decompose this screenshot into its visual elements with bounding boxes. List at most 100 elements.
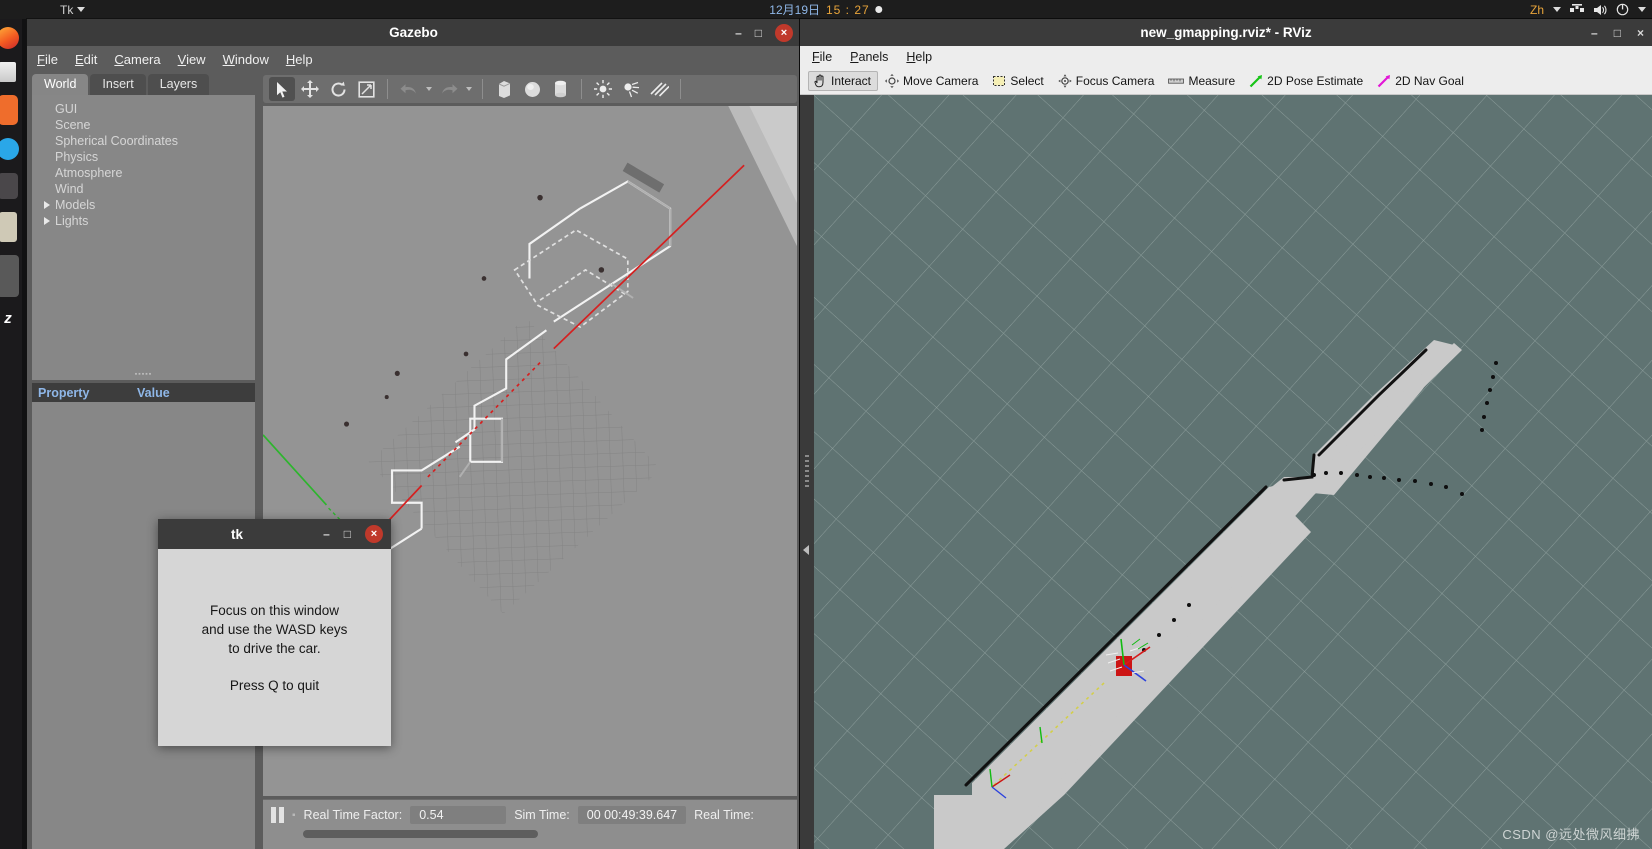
- gazebo-launcher-icon[interactable]: [0, 255, 19, 297]
- chevron-down-icon[interactable]: [1638, 7, 1646, 12]
- tk-instruction-line-2: and use the WASD keys: [201, 621, 348, 637]
- magenta-arrow-icon: [1377, 74, 1391, 88]
- gazebo-panel-tabs: World Insert Layers: [27, 72, 260, 95]
- menu-item-panels[interactable]: Panels: [850, 50, 888, 64]
- redo-tool[interactable]: [436, 77, 462, 101]
- copy-tool[interactable]: [689, 77, 715, 101]
- tk-title-bar[interactable]: tk – □ ×: [158, 519, 391, 549]
- rviz-panel-collapse-strip[interactable]: [800, 95, 814, 849]
- tree-item-scene[interactable]: Scene: [32, 117, 255, 133]
- maximize-button[interactable]: □: [755, 27, 762, 39]
- rviz-3d-viewport[interactable]: CSDN @远处微风细拂: [814, 95, 1652, 849]
- insert-sphere-tool[interactable]: [519, 77, 545, 101]
- gazebo-menu-bar: File Edit Camera View Window Help: [27, 46, 800, 72]
- tool-move-camera[interactable]: Move Camera: [880, 71, 985, 91]
- tree-item-gui[interactable]: GUI: [32, 101, 255, 117]
- volume-icon[interactable]: [1593, 4, 1607, 16]
- status-scrollbar[interactable]: [303, 830, 538, 838]
- tab-world[interactable]: World: [32, 74, 89, 95]
- select-mode-tool[interactable]: [269, 77, 295, 101]
- close-button[interactable]: ×: [365, 525, 383, 543]
- menu-item-help[interactable]: Help: [906, 50, 932, 64]
- chevron-down-icon: [77, 7, 86, 12]
- tk-window-controls: – □ ×: [323, 519, 383, 549]
- menu-item-file[interactable]: File: [37, 52, 58, 67]
- tk-quit-hint: Press Q to quit: [229, 677, 320, 693]
- terminal-launcher-icon[interactable]: [0, 173, 18, 199]
- scale-mode-tool[interactable]: [353, 77, 379, 101]
- translate-mode-tool[interactable]: [297, 77, 323, 101]
- keyboard-language-indicator[interactable]: Zh: [1530, 3, 1544, 17]
- step-indicator: ▪: [292, 809, 296, 821]
- tree-item-label: Atmosphere: [55, 166, 123, 180]
- tab-insert[interactable]: Insert: [90, 74, 146, 95]
- tree-item-models[interactable]: Models: [32, 197, 255, 213]
- tool-label: Measure: [1188, 74, 1236, 88]
- chevron-down-icon[interactable]: [1553, 7, 1561, 12]
- maximize-button[interactable]: □: [1614, 27, 1621, 39]
- firefox-launcher-icon[interactable]: [0, 27, 19, 49]
- chevron-right-icon[interactable]: [44, 217, 50, 225]
- menu-item-edit[interactable]: Edit: [75, 52, 97, 67]
- editor-launcher-icon[interactable]: [0, 212, 17, 242]
- panel-drag-handle[interactable]: [805, 455, 809, 489]
- insert-box-tool[interactable]: [491, 77, 517, 101]
- top-bar-app-menu[interactable]: Tk: [60, 3, 86, 17]
- property-table-header: Property Value: [32, 383, 255, 402]
- tool-select[interactable]: Select: [987, 71, 1050, 91]
- maximize-button[interactable]: □: [344, 528, 351, 540]
- toolbar-separator: [482, 79, 483, 99]
- top-bar-clock[interactable]: 12月19日 15 : 27: [769, 1, 883, 18]
- minimize-button[interactable]: –: [1591, 27, 1598, 39]
- close-button[interactable]: ×: [1637, 27, 1644, 39]
- pause-simulation-button[interactable]: [271, 807, 284, 823]
- undo-tool[interactable]: [396, 77, 422, 101]
- menu-item-file[interactable]: File: [812, 50, 832, 64]
- move-camera-icon: [885, 74, 900, 88]
- desktop-launcher: z: [0, 19, 22, 849]
- expand-panel-arrow-icon[interactable]: [803, 545, 809, 555]
- files-launcher-icon[interactable]: [0, 62, 16, 82]
- chevron-right-icon[interactable]: [44, 201, 50, 209]
- insert-cylinder-tool[interactable]: [547, 77, 573, 101]
- spot-light-tool[interactable]: [618, 77, 644, 101]
- chevron-down-icon: [466, 87, 472, 91]
- tool-2d-pose-estimate[interactable]: 2D Pose Estimate: [1244, 71, 1370, 91]
- tool-2d-nav-goal[interactable]: 2D Nav Goal: [1372, 71, 1471, 91]
- power-icon[interactable]: [1616, 3, 1629, 16]
- tab-layers[interactable]: Layers: [147, 74, 210, 95]
- software-launcher-icon[interactable]: [0, 95, 18, 125]
- tree-item-spherical-coordinates[interactable]: Spherical Coordinates: [32, 133, 255, 149]
- redo-history-dropdown[interactable]: [464, 87, 474, 91]
- browser-launcher-icon[interactable]: [0, 138, 19, 160]
- panel-resize-grip[interactable]: ▪▪▪▪▪: [135, 371, 152, 378]
- menu-item-help[interactable]: Help: [286, 52, 313, 67]
- rotate-mode-tool[interactable]: [325, 77, 351, 101]
- toolbar-separator: [680, 79, 681, 99]
- minimize-button[interactable]: –: [323, 528, 330, 540]
- rviz-window-controls: – □ ×: [1591, 19, 1644, 46]
- close-button[interactable]: ×: [775, 23, 793, 42]
- undo-history-dropdown[interactable]: [424, 87, 434, 91]
- tree-item-atmosphere[interactable]: Atmosphere: [32, 165, 255, 181]
- rviz-toolbar: Interact Move Camera Select Focus Camera: [800, 68, 1652, 95]
- tool-focus-camera[interactable]: Focus Camera: [1053, 71, 1162, 91]
- tool-measure[interactable]: Measure: [1163, 71, 1242, 91]
- tool-interact[interactable]: Interact: [808, 71, 879, 91]
- tree-item-lights[interactable]: Lights: [32, 213, 255, 229]
- menu-item-view[interactable]: View: [178, 52, 206, 67]
- network-icon[interactable]: [1570, 4, 1584, 15]
- gazebo-title-bar[interactable]: Gazebo – □ ×: [27, 19, 800, 46]
- toolbar-separator: [387, 79, 388, 99]
- minimize-button[interactable]: –: [735, 27, 742, 39]
- rviz-title-bar[interactable]: new_gmapping.rviz* - RViz – □ ×: [800, 19, 1652, 46]
- real-time-factor-value: 0.54: [410, 806, 507, 824]
- menu-item-window[interactable]: Window: [223, 52, 269, 67]
- point-light-tool[interactable]: [590, 77, 616, 101]
- menu-item-camera[interactable]: Camera: [114, 52, 160, 67]
- gazebo-window: Gazebo – □ × File Edit Camera View Windo…: [27, 19, 800, 849]
- zsh-launcher-icon[interactable]: z: [4, 310, 12, 327]
- directional-light-tool[interactable]: [646, 77, 672, 101]
- tree-item-physics[interactable]: Physics: [32, 149, 255, 165]
- tree-item-wind[interactable]: Wind: [32, 181, 255, 197]
